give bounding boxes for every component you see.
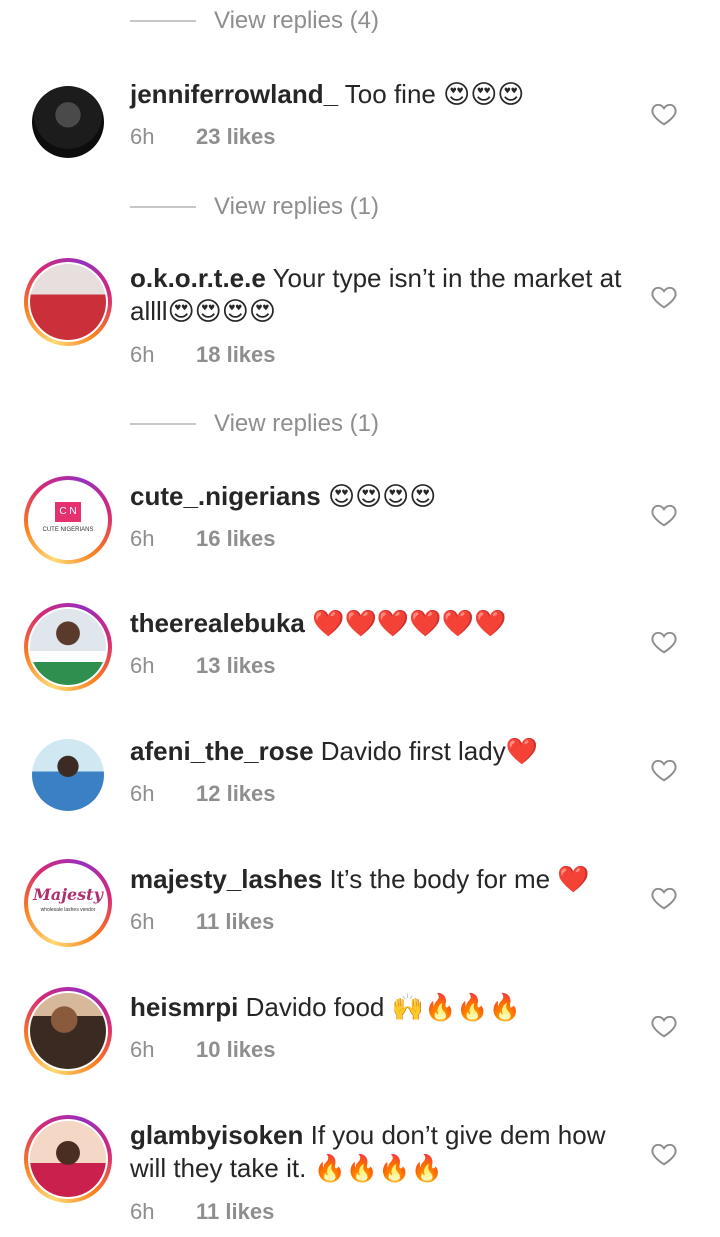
comment-text: glambyisoken If you don’t give dem how w… [130,1119,630,1185]
avatar[interactable] [24,603,112,691]
comment-likes[interactable]: 12 likes [196,781,276,807]
avatar[interactable]: Majesty wholesale lashes vendor [24,859,112,947]
avatar-logo: Majesty [33,885,103,904]
reply-divider [130,20,196,22]
avatar[interactable] [24,1115,112,1203]
heart-outline-icon[interactable] [651,1142,677,1166]
comment-text: cute_.nigerians 😍😍😍😍 [130,480,630,513]
comment-time: 6h [130,1037,155,1062]
comment-time: 6h [130,1199,155,1224]
comment-username[interactable]: cute_.nigerians [130,481,321,511]
comment-time: 6h [130,342,155,367]
comment-meta: 6h 23 likes [130,124,276,150]
comment-body: Too fine 😍😍😍 [338,79,525,109]
heart-outline-icon[interactable] [651,886,677,910]
view-replies-row[interactable]: View replies (1) [130,409,379,439]
heart-outline-icon[interactable] [651,1014,677,1038]
comment-meta: 6h 11 likes [130,1199,274,1225]
comment-meta: 6h 13 likes [130,653,276,679]
avatar[interactable] [24,78,112,166]
comment-text: afeni_the_rose Davido first lady❤️ [130,735,630,768]
comment-body: ❤️❤️❤️❤️❤️❤️ [304,608,507,638]
comment-time: 6h [130,781,155,806]
comment-text: o.k.o.r.t.e.e Your type isn’t in the mar… [130,262,630,328]
avatar[interactable] [24,987,112,1075]
comment-username[interactable]: theerealebuka [130,608,305,638]
comment-likes[interactable]: 10 likes [196,1037,276,1063]
comment-body: 😍😍😍😍 [320,481,437,511]
comment-text: theerealebuka ❤️❤️❤️❤️❤️❤️ [130,607,630,640]
view-replies-link[interactable]: View replies (4) [214,7,379,35]
comment-likes[interactable]: 11 likes [196,909,274,935]
comment-time: 6h [130,526,155,551]
comment-text: jenniferrowland_ Too fine 😍😍😍 [130,78,630,111]
view-replies-row[interactable]: View replies (1) [130,192,379,222]
comment-body: It’s the body for me ❤️ [322,864,590,894]
comment-username[interactable]: majesty_lashes [130,864,322,894]
comment-text: majesty_lashes It’s the body for me ❤️ [130,863,630,896]
comment-meta: 6h 12 likes [130,781,276,807]
comment-username[interactable]: glambyisoken [130,1120,303,1150]
comment-body: Davido food 🙌🔥🔥🔥 [238,992,522,1022]
avatar-logo: C N [55,502,81,522]
comment-username[interactable]: afeni_the_rose [130,736,314,766]
reply-divider [130,423,196,425]
comment-likes[interactable]: 18 likes [196,342,276,368]
avatar-caption: CUTE NIGERIANS [42,527,94,533]
avatar[interactable]: C N CUTE NIGERIANS [24,476,112,564]
reply-divider [130,206,196,208]
comment-meta: 6h 16 likes [130,526,276,552]
heart-outline-icon[interactable] [651,630,677,654]
comment-time: 6h [130,909,155,934]
comment-time: 6h [130,653,155,678]
view-replies-row[interactable]: View replies (4) [130,6,379,36]
heart-outline-icon[interactable] [651,102,677,126]
comment-likes[interactable]: 23 likes [196,124,276,150]
comment-meta: 6h 18 likes [130,342,276,368]
comment-username[interactable]: heismrpi [130,992,238,1022]
comment-username[interactable]: jenniferrowland_ [130,79,338,109]
comment-username[interactable]: o.k.o.r.t.e.e [130,263,266,293]
comment-likes[interactable]: 16 likes [196,526,276,552]
comment-body: Davido first lady❤️ [313,736,539,766]
heart-outline-icon[interactable] [651,285,677,309]
view-replies-link[interactable]: View replies (1) [214,410,379,438]
view-replies-link[interactable]: View replies (1) [214,193,379,221]
comment-meta: 6h 10 likes [130,1037,276,1063]
comment-meta: 6h 11 likes [130,909,274,935]
avatar-caption: wholesale lashes vendor [40,907,96,913]
heart-outline-icon[interactable] [651,503,677,527]
comment-time: 6h [130,124,155,149]
comment-likes[interactable]: 13 likes [196,653,276,679]
comment-likes[interactable]: 11 likes [196,1199,274,1225]
avatar[interactable] [24,258,112,346]
heart-outline-icon[interactable] [651,758,677,782]
avatar[interactable] [24,731,112,819]
comment-text: heismrpi Davido food 🙌🔥🔥🔥 [130,991,630,1024]
